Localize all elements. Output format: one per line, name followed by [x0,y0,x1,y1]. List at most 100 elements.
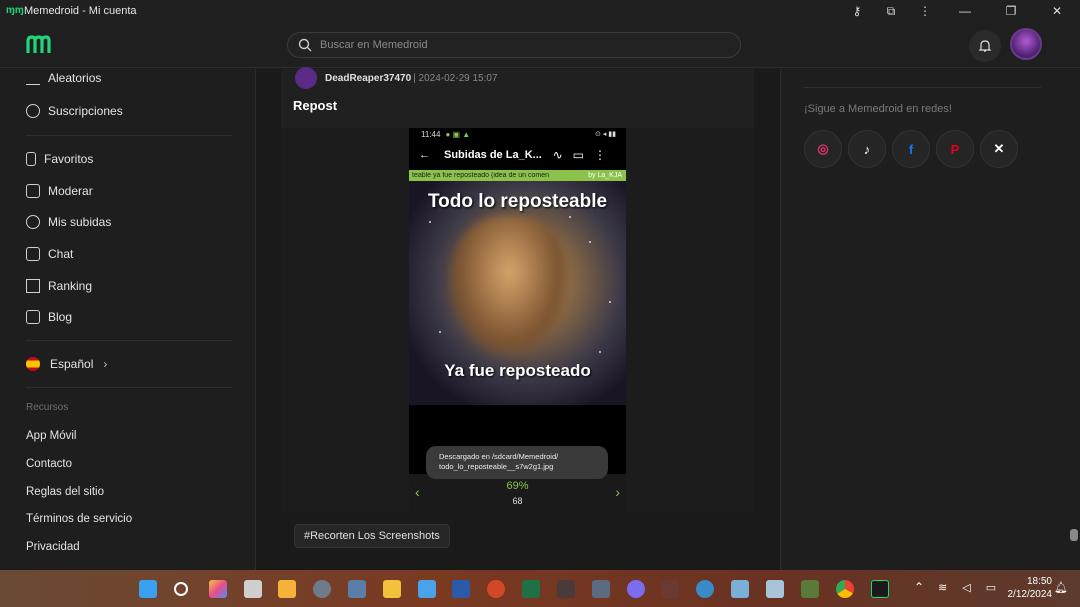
phone-app-bar: ← Subidas de La_K... ∿▭⋮ [409,140,626,170]
x-button[interactable]: ✕ [980,130,1018,168]
post-tag[interactable]: #Recorten Los Screenshots [294,524,450,548]
banner-text: teable ya fue reposteado (idea de un com… [412,172,549,179]
camera-icon[interactable] [592,580,610,598]
memedroid-logo[interactable] [26,35,54,55]
sidebar-item-chat[interactable]: Chat [26,247,73,261]
star [589,241,591,243]
search-input[interactable]: Buscar en Memedroid [287,32,741,58]
user-avatar[interactable] [1010,28,1042,60]
tiktok-button[interactable]: ♪ [848,130,886,168]
sidebar-item-moderar[interactable]: Moderar [26,184,93,198]
memedroid-taskbar-icon[interactable] [871,580,889,598]
divider [804,87,1041,88]
word-icon[interactable] [452,580,470,598]
more-options-icon[interactable]: ⋮ [908,4,942,18]
meme-bottom-text: Ya fue reposteado [444,361,591,380]
chevron-up-icon[interactable]: ⌃ [914,580,924,594]
link-reglas[interactable]: Reglas del sitio [26,486,104,498]
author-name[interactable]: DeadReaper37470 [325,73,411,84]
sidebar-item-label: Suscripciones [48,104,123,118]
scrollbar-thumb[interactable] [1070,529,1078,541]
divider [26,387,232,388]
sidebar-item-favoritos[interactable]: Favoritos [26,152,93,166]
post-title[interactable]: Repost [293,98,337,113]
excel-icon[interactable] [522,580,540,598]
meme-image: Todo lo reposteable Ya fue reposteado [409,181,626,405]
notification-bell-icon[interactable]: 🔔︎ [1054,581,1068,594]
pinterest-button[interactable]: P [936,130,974,168]
messenger-icon[interactable] [627,580,645,598]
sidebar-item-suscripciones[interactable]: Suscripciones [26,104,123,118]
language-selector[interactable]: Español › [26,357,107,371]
link-contacto[interactable]: Contacto [26,458,72,470]
link-terminos[interactable]: Términos de servicio [26,513,132,525]
bell-icon [978,40,992,52]
spain-flag-icon [26,357,40,371]
star [609,301,611,303]
clock-date: 2/12/2024 [1007,589,1053,600]
status-icons: ● ▣ ▲ [445,129,471,139]
chevron-right-icon: › [615,484,620,500]
smiley-icon [26,215,40,229]
chat-icon [26,247,40,261]
notepad-icon[interactable] [418,580,436,598]
notifications-button[interactable] [969,30,1001,62]
right-panel: ¡Sigue a Memedroid en redes! ◎ ♪ f P ✕ [780,69,1070,570]
sidebar: Aleatorios Suscripciones Favoritos Moder… [0,69,256,570]
globe-icon[interactable] [696,580,714,598]
sidebar-item-mis-subidas[interactable]: Mis subidas [26,215,111,229]
minecraft-icon[interactable] [801,580,819,598]
vote-count: 68 [512,496,523,506]
system-tray-icons[interactable]: ≋ ◁ ▭ [938,581,1002,594]
main-feed: DeadReaper37470 | 2024-02-29 15:07 Repos… [256,67,780,570]
screenshot-image: 11:44 ● ▣ ▲ ⊙ ◂ ▮▮ ← Subidas de La_K... … [409,128,626,512]
cursor-app-icon[interactable] [661,580,679,598]
phone-status-bar: 11:44 ● ▣ ▲ ⊙ ◂ ▮▮ [409,128,626,140]
page-scrollbar[interactable] [1068,69,1080,570]
phone-time: 11:44 [421,129,441,139]
back-arrow-icon: ← [419,149,430,161]
tiktok-icon: ♪ [863,141,871,157]
chrome-icon[interactable] [836,580,854,598]
task-view-icon[interactable] [244,580,262,598]
store-icon[interactable] [278,580,296,598]
sidebar-item-blog[interactable]: Blog [26,310,72,324]
divider [26,340,232,341]
sidebar-item-ranking[interactable]: Ranking [26,279,92,293]
restore-button[interactable]: ❐ [988,4,1034,18]
star [439,331,441,333]
close-button[interactable]: ✕ [1034,4,1080,18]
link-app-movil[interactable]: App Móvil [26,430,77,442]
settings-icon[interactable] [313,580,331,598]
start-icon[interactable] [139,580,157,598]
extensions-icon[interactable]: ⧉ [874,4,908,19]
facebook-button[interactable]: f [892,130,930,168]
site-header: Buscar en Memedroid [0,22,1080,68]
password-key-icon[interactable]: ⚷ [840,4,874,18]
instagram-button[interactable]: ◎ [804,130,842,168]
x-icon: ✕ [993,141,1005,156]
calculator-icon[interactable] [348,580,366,598]
search-icon [298,38,312,52]
sidebar-item-aleatorios[interactable]: Aleatorios [26,71,101,85]
author-avatar[interactable] [295,67,317,89]
banner-author: by La_KJA [588,172,622,179]
bookmark-icon [26,152,36,166]
taskbar-clock[interactable]: 18:50 2/12/2024 [996,575,1053,601]
search-icon[interactable] [174,582,188,596]
link-privacidad[interactable]: Privacidad [26,541,80,553]
app-icon[interactable] [557,580,575,598]
explorer-icon[interactable] [383,580,401,598]
photo-app-icon[interactable] [766,580,784,598]
signal-icons: ⊙ ◂ ▮▮ [595,131,616,138]
phone-app-title: Subidas de La_K... [444,149,542,161]
vote-percent: 69% [506,480,529,492]
post-author[interactable]: DeadReaper37470 | 2024-02-29 15:07 [295,67,498,89]
post-media[interactable]: 11:44 ● ▣ ▲ ⊙ ◂ ▮▮ ← Subidas de La_K... … [281,128,754,512]
display-app-icon[interactable] [731,580,749,598]
star [569,216,571,218]
powerpoint-icon[interactable] [487,580,505,598]
follow-text: ¡Sigue a Memedroid en redes! [804,103,952,115]
minimize-button[interactable]: — [942,4,988,18]
copilot-icon[interactable] [209,580,227,598]
